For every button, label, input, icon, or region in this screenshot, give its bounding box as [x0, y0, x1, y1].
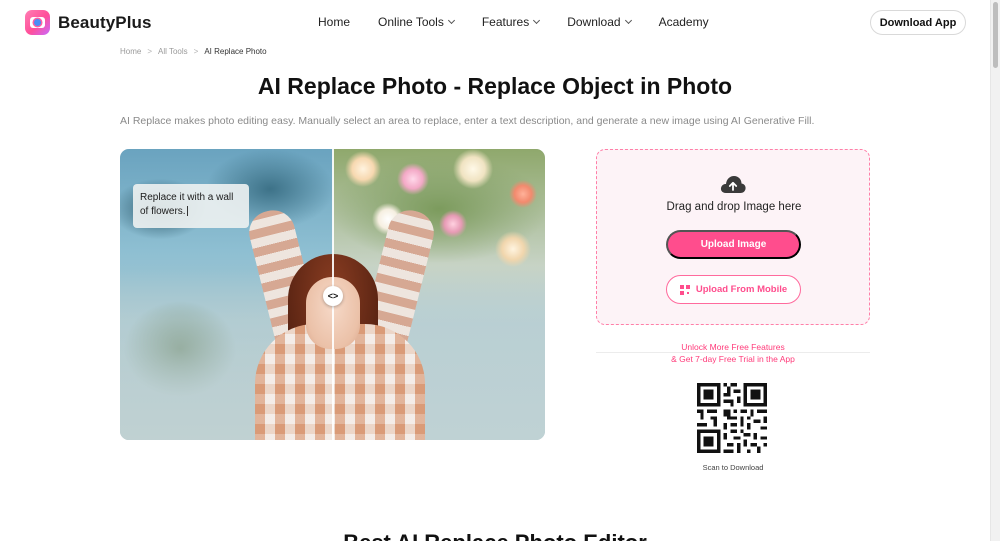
prompt-caption: Replace it with a wall of flowers.: [133, 184, 249, 228]
upload-from-mobile-button[interactable]: Upload From Mobile: [666, 275, 801, 304]
nav-item-academy[interactable]: Academy: [659, 15, 709, 29]
text-cursor: [186, 206, 188, 217]
nav-item-features[interactable]: Features: [481, 15, 541, 29]
nav-item-label: Online Tools: [378, 15, 444, 29]
promo-divider: [596, 352, 870, 353]
nav-item-label: Home: [318, 15, 351, 29]
beautyplus-logo-icon: [25, 10, 50, 35]
page-subtitle: AI Replace makes photo editing easy. Man…: [120, 115, 815, 127]
brand-name: BeautyPlus: [58, 12, 152, 32]
breadcrumb-current: AI Replace Photo: [204, 47, 267, 56]
before-after-demo-image: Replace it with a wall of flowers. <>: [120, 149, 545, 440]
cloud-upload-icon: [720, 176, 746, 193]
promo-line-2: & Get 7-day Free Trial in the App: [671, 354, 795, 364]
page-scrollbar[interactable]: [990, 0, 1000, 541]
main-nav: Home Online Tools Features Download Acad…: [318, 15, 709, 29]
chevron-down-icon: [447, 16, 455, 25]
qr-code-icon: [679, 284, 690, 295]
download-app-button[interactable]: Download App: [870, 10, 966, 35]
qr-code-image: [697, 383, 767, 453]
breadcrumb-home[interactable]: Home: [120, 47, 141, 56]
chevron-down-icon: [624, 16, 632, 25]
chevron-down-icon: [533, 16, 541, 25]
qr-caption: Scan to Download: [702, 463, 764, 472]
nav-item-label: Academy: [658, 15, 709, 29]
upload-dropzone[interactable]: Drag and drop Image here Upload Image Up…: [596, 149, 870, 325]
nav-item-label: Download: [567, 15, 621, 29]
upload-image-button[interactable]: Upload Image: [666, 230, 801, 259]
page-title: AI Replace Photo - Replace Object in Pho…: [257, 73, 733, 99]
breadcrumb-separator: >: [147, 47, 153, 56]
nav-item-home[interactable]: Home: [318, 15, 350, 29]
upload-from-mobile-label: Upload From Mobile: [695, 284, 788, 295]
compare-slider-handle[interactable]: <>: [323, 286, 343, 306]
nav-item-online-tools[interactable]: Online Tools: [378, 15, 455, 29]
breadcrumb-separator: >: [193, 47, 199, 56]
app-promo-text: Unlock More Free Features & Get 7-day Fr…: [596, 341, 870, 365]
breadcrumb: Home > All Tools > AI Replace Photo: [120, 47, 267, 56]
section-title: Best AI Replace Photo Editor: [0, 530, 990, 541]
nav-item-download[interactable]: Download: [567, 15, 632, 29]
site-header: BeautyPlus Home Online Tools Features Do…: [0, 0, 990, 44]
breadcrumb-all-tools[interactable]: All Tools: [158, 47, 188, 56]
nav-item-label: Features: [481, 15, 530, 29]
scrollbar-thumb[interactable]: [993, 2, 998, 68]
arrows-left-right-icon: <>: [327, 291, 339, 301]
brand-logo[interactable]: BeautyPlus: [25, 10, 152, 35]
drag-drop-text: Drag and drop Image here: [666, 201, 802, 213]
